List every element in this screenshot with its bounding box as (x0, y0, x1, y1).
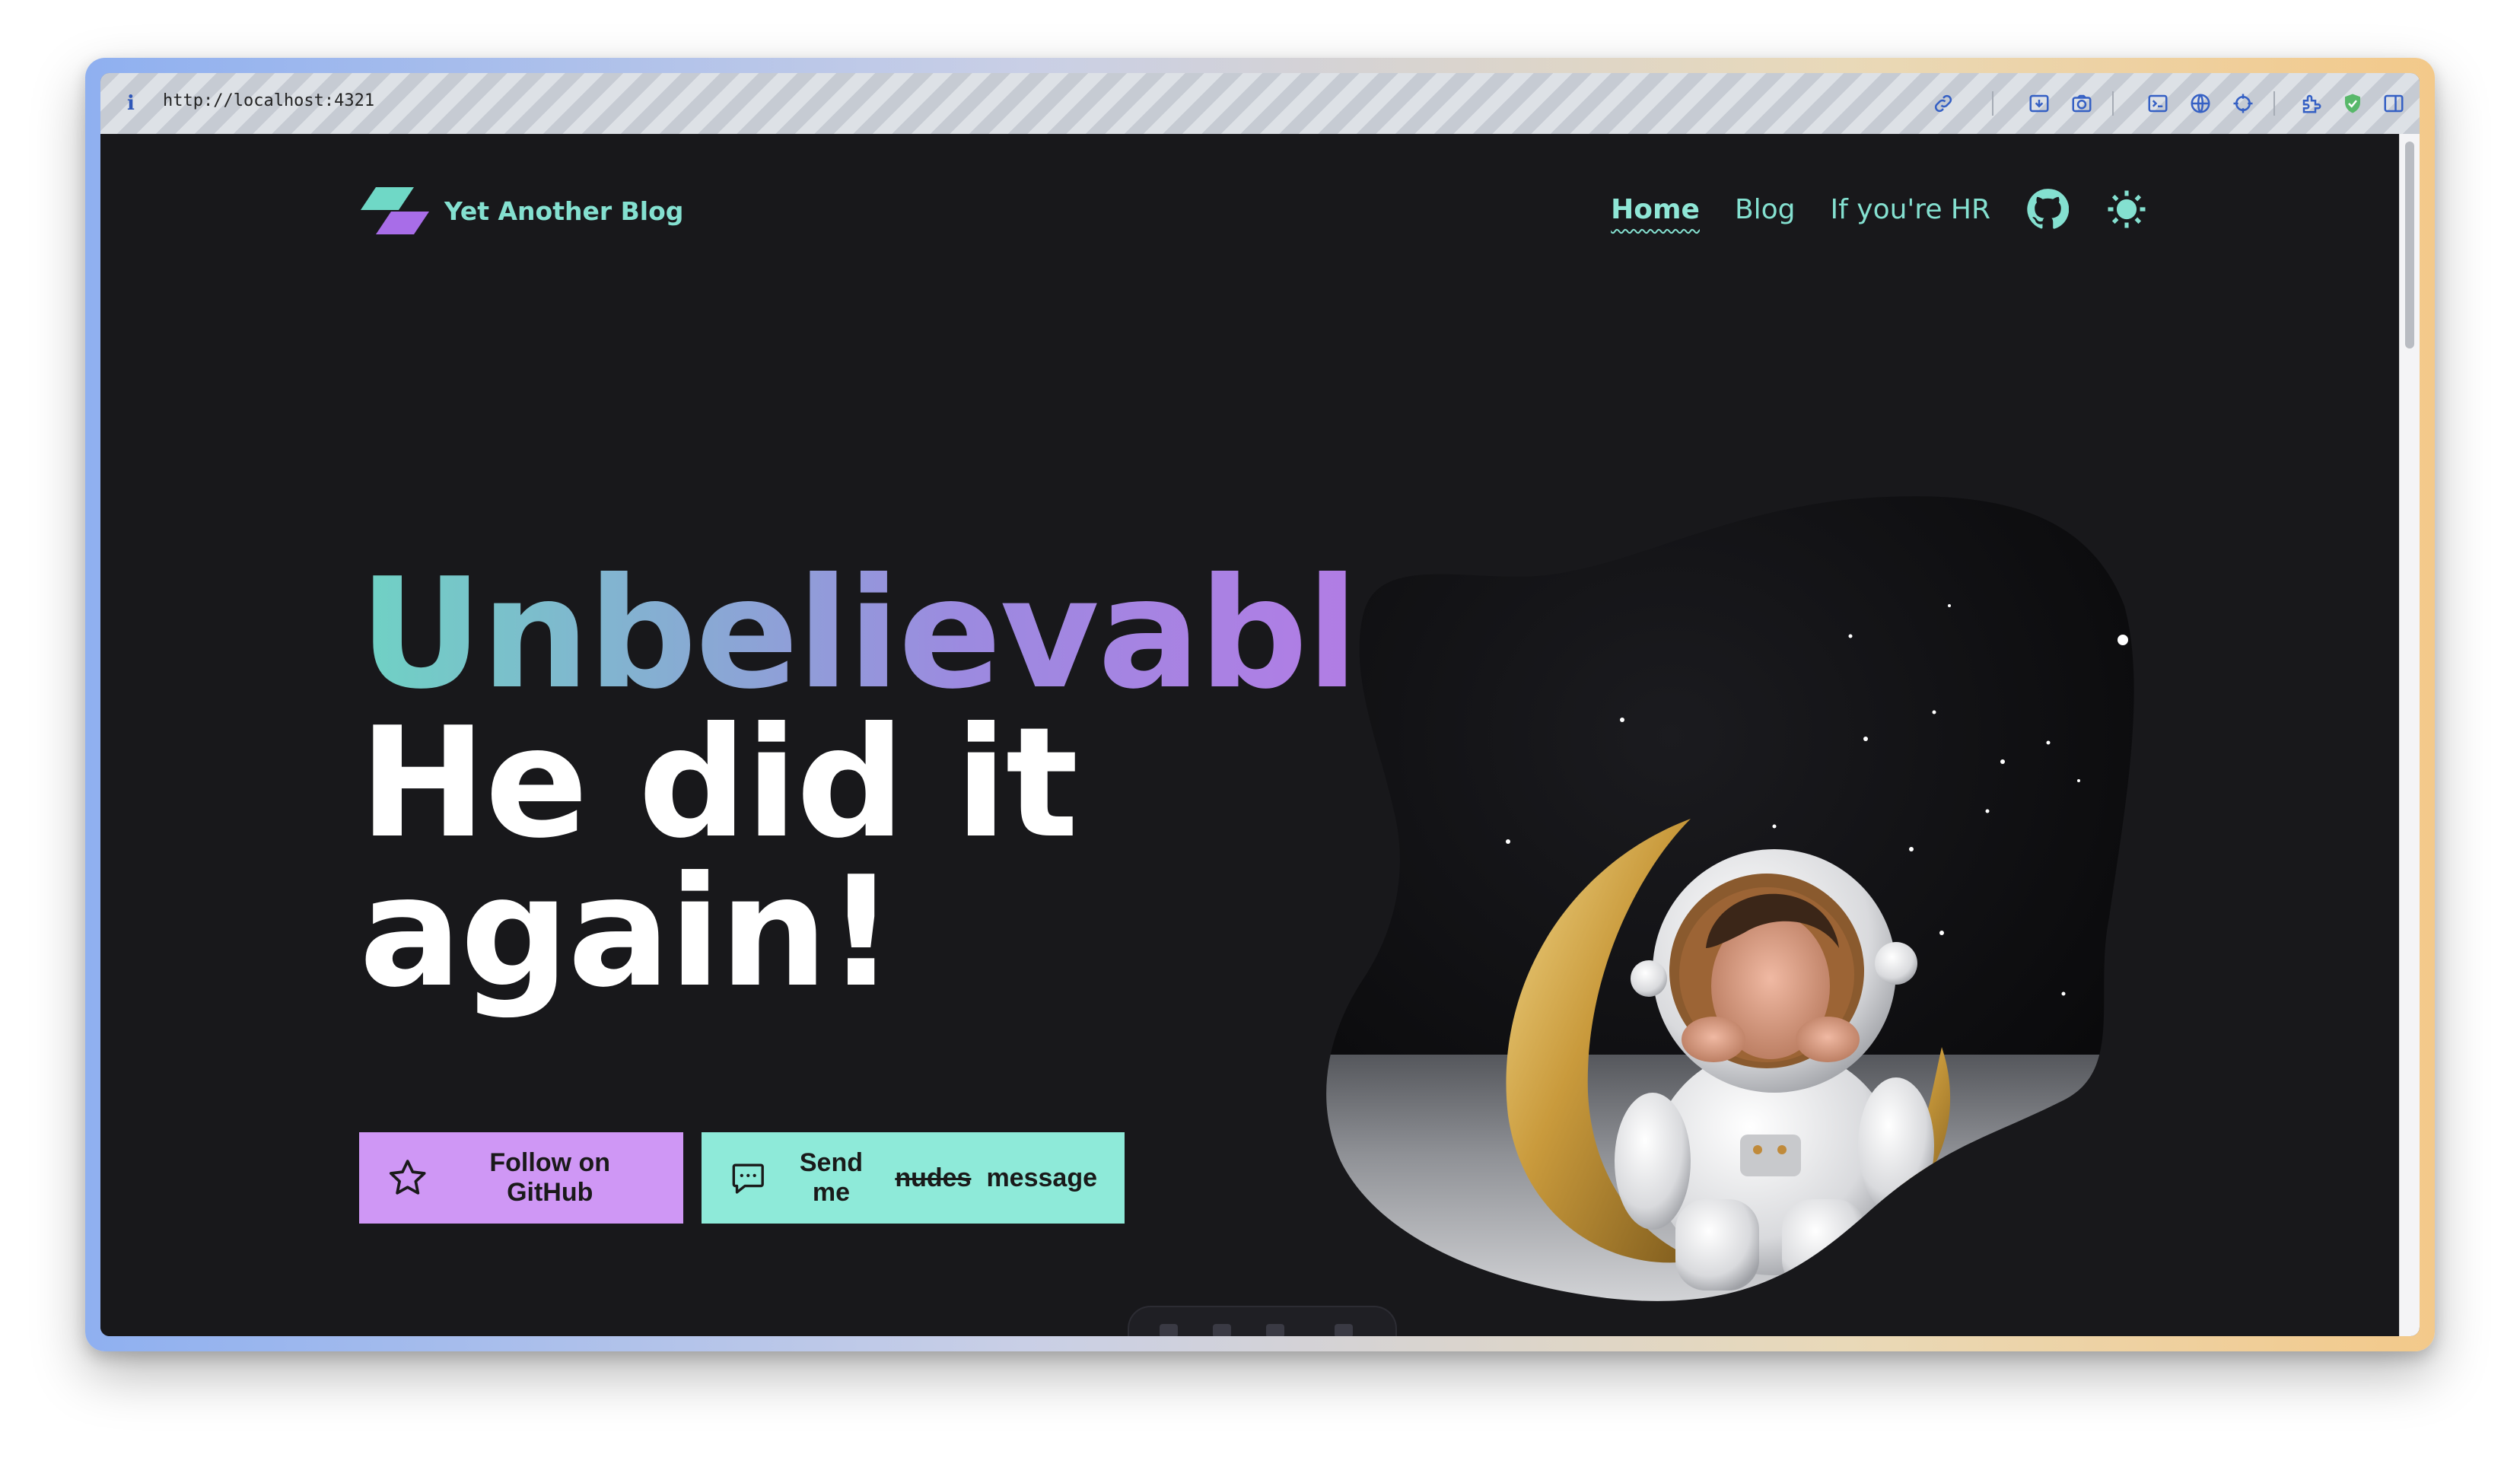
sun-icon[interactable] (2105, 187, 2149, 231)
hero-title: Unbelievable He did it again! (359, 546, 1460, 1021)
send-message-button[interactable]: Send me nudes message (702, 1132, 1125, 1224)
browser-toolbar: i http://localhost:4321 (100, 73, 2420, 135)
camera-icon[interactable] (2067, 88, 2097, 119)
hero-headline-line2: He did it (359, 695, 1078, 872)
star-icon (389, 1160, 426, 1195)
extension-icon[interactable] (2296, 88, 2327, 119)
browser-window: i http://localhost:4321 Yet Another Blog… (100, 73, 2420, 1336)
globe-icon[interactable] (2185, 88, 2216, 119)
scrollbar-thumb[interactable] (2405, 142, 2414, 348)
dev-toolbar-item[interactable] (1160, 1324, 1178, 1336)
dev-toolbar[interactable] (1128, 1306, 1397, 1336)
nav-item-home[interactable]: Home (1611, 194, 1700, 225)
logo-icon (361, 187, 429, 234)
nav-item-hr[interactable]: If you're HR (1831, 194, 1990, 225)
shield-icon[interactable] (2337, 88, 2368, 119)
info-icon[interactable]: i (117, 90, 145, 117)
hero-astronaut-image (1326, 496, 2134, 1301)
message-label-suffix: message (986, 1163, 1097, 1192)
brand-link[interactable]: Yet Another Blog (359, 184, 683, 237)
hero-headline-gradient: Unbelievable (359, 546, 1460, 723)
hero-headline-line3: again! (359, 844, 896, 1021)
link-icon[interactable] (1928, 88, 1958, 119)
download-icon[interactable] (2024, 88, 2054, 119)
follow-github-label: Follow on GitHub (489, 1148, 611, 1207)
page-scrollbar[interactable] (2399, 134, 2420, 1336)
page-content: Yet Another Blog Home Blog If you're HR … (100, 134, 2400, 1336)
toolbar-separator (2273, 91, 2275, 116)
settings-icon[interactable] (1335, 1324, 1353, 1336)
github-icon[interactable] (2025, 187, 2070, 231)
target-icon[interactable] (2228, 88, 2258, 119)
dev-toolbar-item[interactable] (1213, 1324, 1231, 1336)
nav-item-blog[interactable]: Blog (1735, 194, 1796, 225)
sidebar-icon[interactable] (2378, 88, 2409, 119)
terminal-icon[interactable] (2143, 88, 2173, 119)
main-nav: Home Blog If you're HR (1611, 183, 2149, 236)
toolbar-separator (2112, 91, 2114, 116)
message-label-prefix: Send me (799, 1148, 863, 1207)
dev-toolbar-item[interactable] (1266, 1324, 1284, 1336)
follow-github-button[interactable]: Follow on GitHub (359, 1132, 683, 1224)
brand-name: Yet Another Blog (444, 196, 684, 226)
address-bar-url[interactable]: http://localhost:4321 (163, 91, 374, 110)
message-label-struck: nudes (895, 1163, 972, 1192)
toolbar-separator (1992, 91, 1993, 116)
chat-bubble-icon (732, 1163, 764, 1194)
